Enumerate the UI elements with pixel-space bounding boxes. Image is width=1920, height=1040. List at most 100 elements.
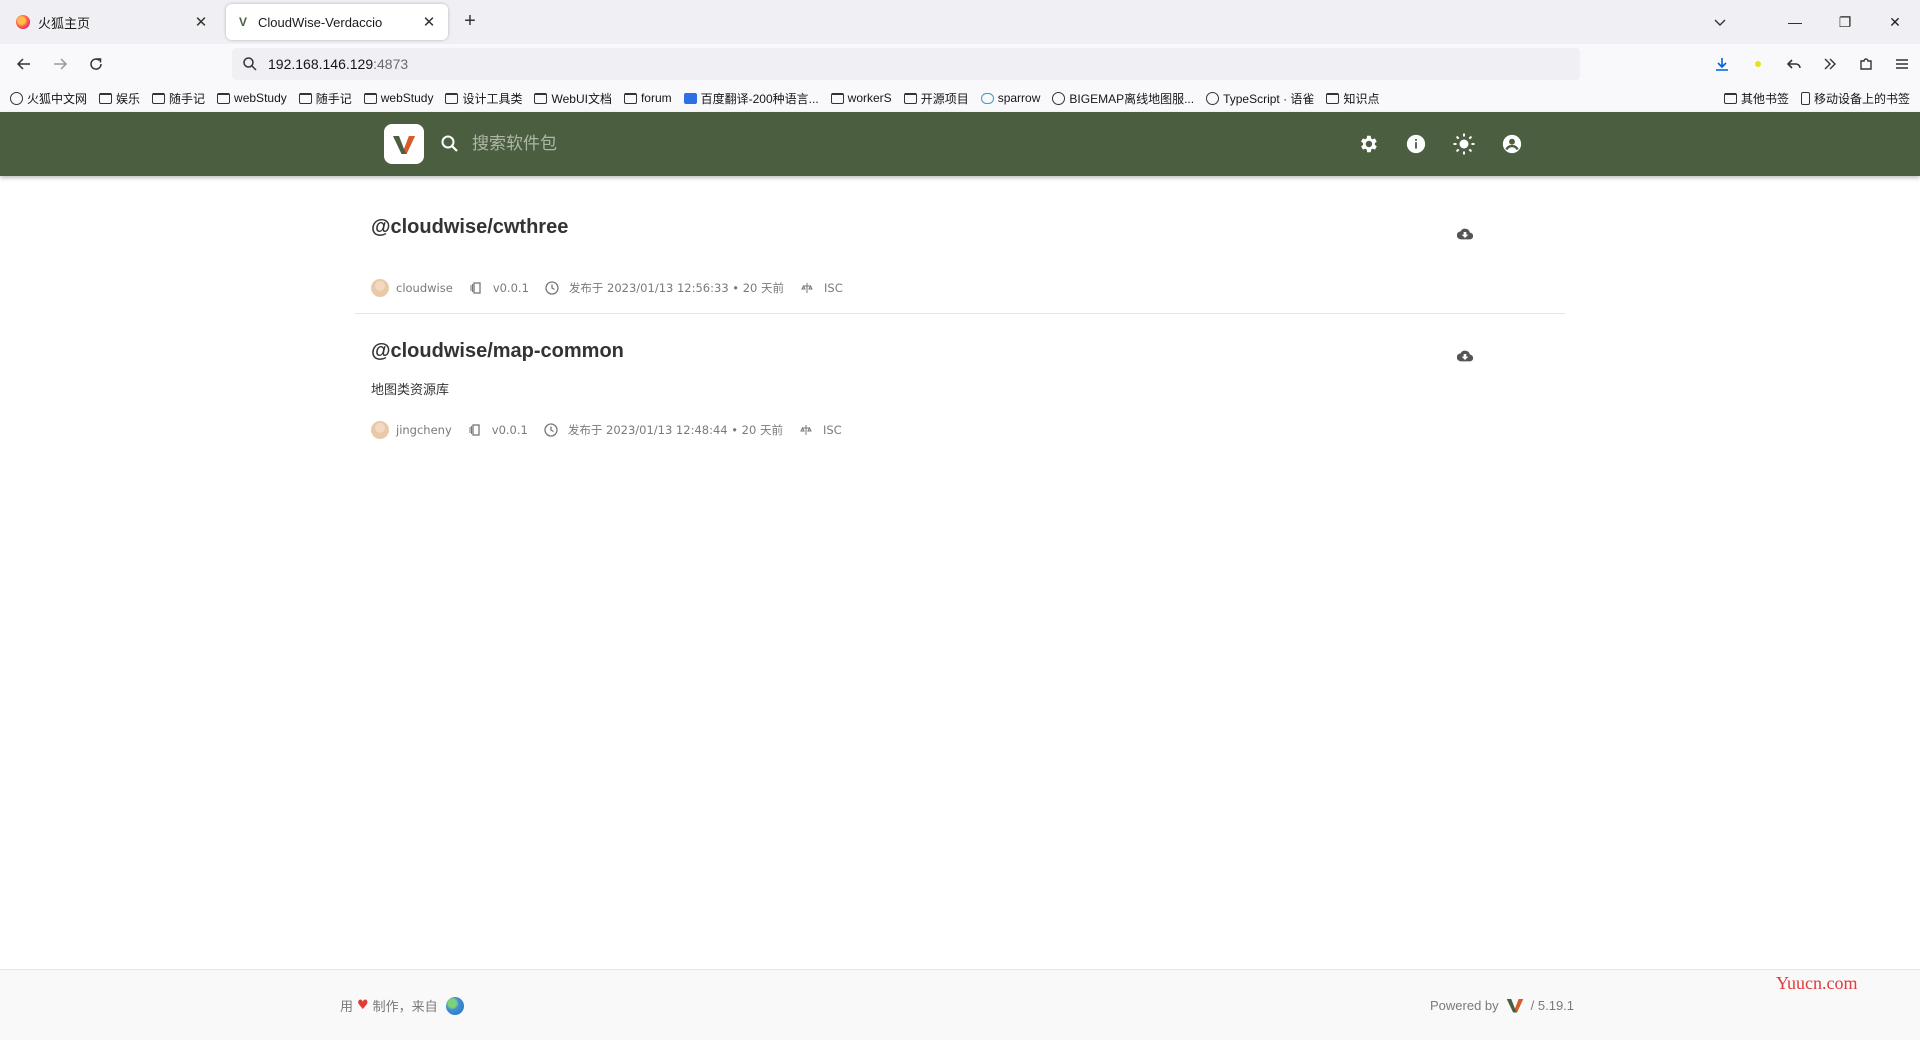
package-search[interactable] (440, 124, 860, 164)
search-icon (441, 135, 458, 152)
download-tarball-button[interactable] (1455, 224, 1475, 244)
bookmark-label: webStudy (380, 91, 434, 105)
made-with-love: 用 ♥ 制作，来自 (340, 996, 464, 1015)
license-text: ISC (822, 423, 842, 437)
settings-button[interactable] (1344, 124, 1392, 164)
bookmark-item[interactable]: 火狐中文网 (10, 90, 87, 107)
bookmark-item[interactable]: sparrow (980, 91, 1040, 105)
forward-button[interactable] (48, 52, 72, 76)
close-icon[interactable]: ✕ (192, 13, 210, 31)
cloud-icon (980, 92, 994, 104)
bookmark-item[interactable]: WebUI文档 (534, 90, 612, 107)
downloads-button[interactable] (1704, 48, 1740, 80)
avatar (371, 279, 389, 297)
folder-icon (99, 92, 113, 104)
info-button[interactable] (1392, 124, 1440, 164)
minimize-button[interactable]: — (1770, 0, 1820, 44)
watermark-text: Yuucn.com (1776, 973, 1858, 993)
bookmark-label: 设计工具类 (462, 91, 523, 106)
reload-button[interactable] (84, 52, 108, 76)
author-name[interactable]: cloudwise (396, 281, 453, 295)
folder-icon (217, 92, 231, 104)
bookmark-item[interactable]: webStudy (217, 91, 287, 105)
cloud-download-icon (1457, 228, 1473, 240)
author-name[interactable]: jingcheny (396, 423, 452, 437)
globe-icon[interactable] (445, 996, 464, 1015)
tab-title: 火狐主页 (38, 15, 91, 31)
bookmark-item[interactable]: 知识点 (1326, 90, 1379, 107)
download-tarball-button[interactable] (1455, 346, 1475, 366)
bookmark-label: workerS (847, 91, 892, 105)
package-item[interactable]: @cloudwise/map-common 地图类资源库 jingcheny v… (355, 314, 1565, 454)
globe-icon (1206, 91, 1220, 105)
bookmark-label: WebUI文档 (551, 91, 612, 106)
extensions-button[interactable] (1848, 48, 1884, 80)
bookmark-item[interactable]: 随手记 (152, 90, 205, 107)
bookmark-mobile[interactable]: 移动设备上的书签 (1800, 90, 1910, 107)
verdaccio-logo-icon[interactable] (1505, 996, 1525, 1014)
search-input[interactable] (472, 134, 832, 154)
package-name[interactable]: @cloudwise/cwthree (371, 216, 568, 239)
url-port: :4873 (373, 56, 409, 72)
bookmark-label: 随手记 (315, 91, 352, 106)
browser-tab-bar: 火狐主页 ✕ V CloudWise-Verdaccio ✕ + — ❐ ✕ (0, 0, 1920, 44)
cloud-download-icon (1457, 350, 1473, 362)
restore-button[interactable]: ❐ (1820, 0, 1870, 44)
made-with-prefix: 用 (340, 1000, 354, 1015)
avatar (371, 421, 389, 439)
translate-icon (683, 92, 697, 104)
app-header (0, 112, 1920, 176)
close-icon[interactable]: ✕ (420, 13, 438, 31)
folder-icon (534, 92, 548, 104)
url-host: 192.168.146.129 (268, 56, 374, 72)
menu-button[interactable] (1884, 48, 1920, 80)
package-name[interactable]: @cloudwise/map-common (371, 340, 624, 363)
heart-icon: ♥ (357, 998, 369, 1013)
firefox-icon (16, 15, 30, 29)
tab-list-button[interactable] (1708, 10, 1732, 34)
license-icon (800, 281, 814, 295)
new-tab-button[interactable]: + (458, 10, 482, 34)
bookmark-item[interactable]: webStudy (363, 91, 434, 105)
tab-firefox-home[interactable]: 火狐主页 ✕ (6, 4, 220, 40)
double-chevron-right-icon (1824, 58, 1836, 70)
back-button[interactable] (12, 52, 36, 76)
folder-icon (152, 92, 166, 104)
bookmark-item[interactable]: forum (623, 91, 672, 105)
clock-icon (545, 281, 559, 295)
publish-date: 发布于 2023/01/13 12:48:44 • 20 天前 (567, 423, 783, 437)
address-bar[interactable]: 192.168.146.129:4873 (232, 48, 1580, 80)
undo-button[interactable] (1776, 48, 1812, 80)
account-button[interactable] (1488, 124, 1536, 164)
bookmark-item[interactable]: workerS (830, 91, 892, 105)
bookmark-item[interactable]: BIGEMAP离线地图服... (1052, 90, 1194, 107)
verdaccio-logo[interactable] (384, 124, 424, 164)
bookmark-label: 火狐中文网 (27, 91, 88, 106)
bookmark-label: webStudy (234, 91, 287, 105)
bookmark-item[interactable]: 随手记 (298, 90, 352, 107)
theme-toggle-button[interactable] (1440, 124, 1488, 164)
license-icon (799, 423, 813, 437)
bookmark-item[interactable]: TypeScript · 语雀 (1206, 90, 1314, 107)
more-tools-button[interactable] (1812, 48, 1848, 80)
bookmark-item[interactable]: 开源项目 (903, 90, 969, 107)
folder-icon (623, 92, 637, 104)
verdaccio-logo-icon (393, 136, 415, 154)
search-icon (243, 57, 257, 71)
browser-nav-bar: 192.168.146.129:4873 (0, 44, 1920, 84)
bookmark-item[interactable]: 娱乐 (99, 90, 140, 107)
folder-icon (903, 92, 917, 104)
tab-verdaccio[interactable]: V CloudWise-Verdaccio ✕ (226, 4, 448, 40)
extension-dot-button[interactable] (1740, 48, 1776, 80)
status-dot-icon (1755, 61, 1761, 67)
made-with-suffix: 制作，来自 (372, 1000, 438, 1015)
bookmark-item[interactable]: 百度翻译-200种语言... (683, 90, 819, 107)
folder-icon (445, 92, 459, 104)
bookmark-other[interactable]: 其他书签 (1723, 90, 1789, 107)
package-item[interactable]: @cloudwise/cwthree cloudwise v0.0.1 发布于 … (355, 176, 1565, 313)
bookmark-item[interactable]: 设计工具类 (445, 90, 522, 107)
account-circle-icon (1502, 134, 1522, 154)
package-meta: cloudwise v0.0.1 发布于 2023/01/13 12:56:33… (371, 279, 843, 297)
close-window-button[interactable]: ✕ (1870, 0, 1920, 44)
bookmark-label: 移动设备上的书签 (1813, 91, 1910, 106)
